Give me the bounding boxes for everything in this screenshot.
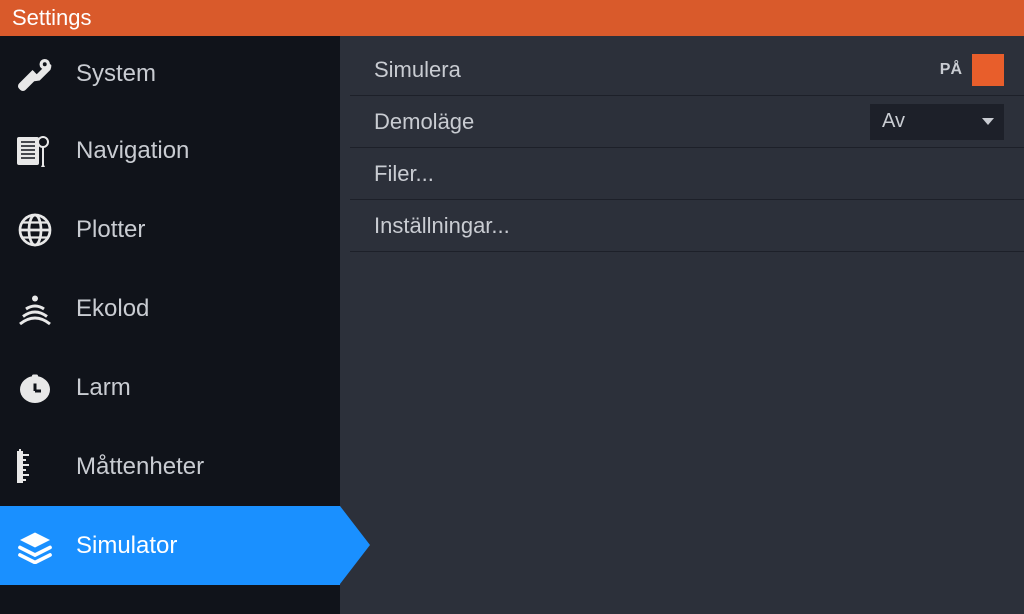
row-label: Demoläge — [374, 109, 870, 135]
sidebar-item-system[interactable]: System — [0, 36, 340, 111]
sidebar-item-plotter[interactable]: Plotter — [0, 190, 340, 269]
sidebar-item-label: Larm — [76, 374, 131, 402]
sidebar-item-label: Simulator — [76, 532, 177, 560]
dropdown-value: Av — [882, 110, 905, 133]
sidebar-item-units[interactable]: Måttenheter — [0, 427, 340, 506]
row-files[interactable]: Filer... — [350, 148, 1024, 200]
row-label: Inställningar... — [374, 213, 1004, 239]
globe-icon — [14, 209, 56, 251]
wrench-icon — [14, 53, 56, 95]
row-simulate[interactable]: Simulera PÅ — [350, 44, 1024, 96]
demo-mode-dropdown[interactable]: Av — [870, 104, 1004, 140]
toggle-state-text: PÅ — [940, 61, 962, 79]
sidebar: System Navigation — [0, 36, 340, 614]
ruler-icon — [14, 446, 56, 488]
sidebar-item-ekolod[interactable]: Ekolod — [0, 269, 340, 348]
navigation-icon — [14, 130, 56, 172]
sidebar-item-label: Plotter — [76, 216, 145, 244]
row-label: Filer... — [374, 161, 1004, 187]
sidebar-item-label: System — [76, 60, 156, 88]
toggle-switch[interactable] — [972, 54, 1004, 86]
content-panel: Simulera PÅ Demoläge Av Filer... Inställ… — [340, 36, 1024, 614]
row-label: Simulera — [374, 57, 940, 83]
sidebar-item-simulator[interactable]: Simulator — [0, 506, 340, 585]
main-layout: System Navigation — [0, 36, 1024, 614]
sidebar-item-larm[interactable]: Larm — [0, 348, 340, 427]
sidebar-item-label: Navigation — [76, 137, 189, 165]
sidebar-item-label: Måttenheter — [76, 453, 204, 481]
sidebar-item-label: Ekolod — [76, 295, 149, 323]
layers-icon — [14, 525, 56, 567]
chevron-down-icon — [982, 118, 994, 125]
sidebar-item-navigation[interactable]: Navigation — [0, 111, 340, 190]
title-bar: Settings — [0, 0, 1024, 36]
row-settings[interactable]: Inställningar... — [350, 200, 1024, 252]
row-demo-mode[interactable]: Demoläge Av — [350, 96, 1024, 148]
page-title: Settings — [12, 5, 92, 31]
sonar-icon — [14, 288, 56, 330]
alarm-icon — [14, 367, 56, 409]
